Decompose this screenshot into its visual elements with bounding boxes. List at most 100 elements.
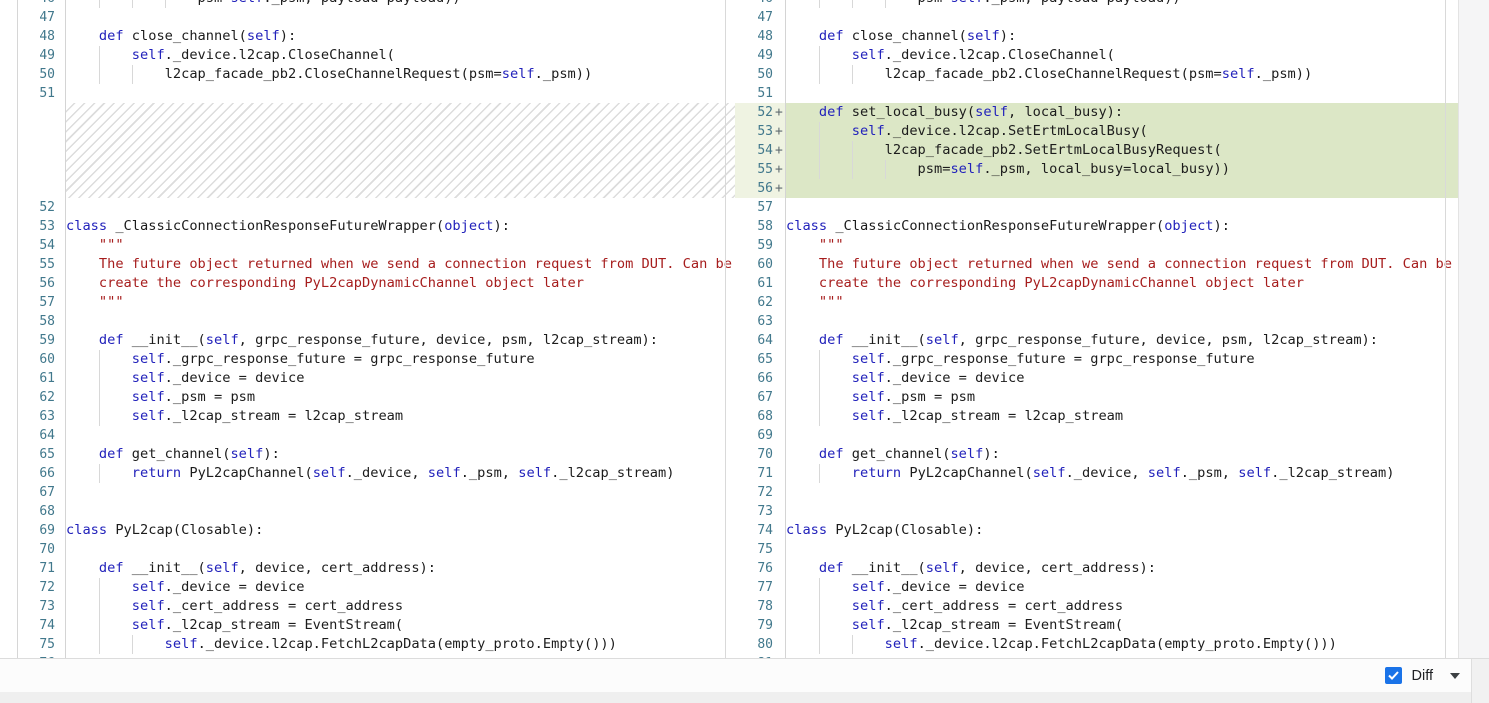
indent-guide [819, 616, 820, 635]
code-line: 59 """ [735, 236, 1458, 255]
line-number: 48 [735, 29, 775, 44]
code-line: 53class _ClassicConnectionResponseFuture… [18, 217, 735, 236]
code-line: 73 self._cert_address = cert_address [18, 597, 735, 616]
indent-guide [852, 160, 853, 179]
code-text [66, 502, 735, 521]
code-line: 57 """ [18, 293, 735, 312]
code-text: """ [66, 236, 735, 255]
code-line: 81 [735, 654, 1458, 658]
gutter: 49 [735, 46, 786, 65]
line-number: 61 [735, 276, 775, 291]
indent-guide [99, 597, 100, 616]
line-number: 70 [735, 447, 775, 462]
gutter: 60 [18, 350, 66, 369]
line-number: 64 [735, 333, 775, 348]
code-line: 54+ l2cap_facade_pb2.SetErtmLocalBusyReq… [735, 141, 1458, 160]
code-line: 73 [735, 502, 1458, 521]
gutter: 61 [18, 369, 66, 388]
code-line: 60 self._grpc_response_future = grpc_res… [18, 350, 735, 369]
line-number: 68 [18, 504, 65, 519]
diff-marker: + [775, 181, 785, 196]
code-line: 50 l2cap_facade_pb2.CloseChannelRequest(… [18, 65, 735, 84]
code-line: 71 def __init__(self, device, cert_addre… [18, 559, 735, 578]
code-line: 47 [735, 8, 1458, 27]
gutter: 48 [735, 27, 786, 46]
code-text [66, 198, 735, 217]
gutter: 59 [735, 236, 786, 255]
code-line: 64 [18, 426, 735, 445]
gutter: 52 [18, 198, 66, 217]
line-number: 50 [735, 67, 775, 82]
line-number: 62 [735, 295, 775, 310]
indent-guide [132, 0, 133, 8]
line-number: 49 [735, 48, 775, 63]
code-line: 58 [18, 312, 735, 331]
gutter: 58 [18, 312, 66, 331]
line-number: 73 [735, 504, 775, 519]
revision-code-lines: 46 psm=self._psm, payload=payload))4748 … [735, 0, 1458, 658]
line-number: 52 [735, 105, 775, 120]
line-number: 47 [18, 10, 65, 25]
gutter: 52+ [735, 103, 786, 122]
diff-marker: + [775, 105, 785, 120]
gutter: 67 [18, 483, 66, 502]
code-line: 55+ psm=self._psm, local_busy=local_busy… [735, 160, 1458, 179]
diff-checkbox[interactable] [1385, 667, 1402, 684]
gutter: 64 [735, 331, 786, 350]
indent-guide [99, 0, 100, 8]
line-number: 59 [18, 333, 65, 348]
code-line: 53+ self._device.l2cap.SetErtmLocalBusy( [735, 122, 1458, 141]
code-line: 75 self._device.l2cap.FetchL2capData(emp… [18, 635, 735, 654]
code-line: 48 def close_channel(self): [18, 27, 735, 46]
code-text: The future object returned when we send … [786, 255, 1458, 274]
code-line: 51 [735, 84, 1458, 103]
code-text: self._psm = psm [786, 388, 1458, 407]
code-line: 51 [18, 84, 735, 103]
indent-guide [852, 65, 853, 84]
indent-guide [99, 578, 100, 597]
code-text: def get_channel(self): [786, 445, 1458, 464]
gutter: 71 [735, 464, 786, 483]
right-margin [1458, 0, 1489, 658]
code-line: 68 self._l2cap_stream = l2cap_stream [735, 407, 1458, 426]
code-text: def get_channel(self): [66, 445, 735, 464]
gutter: 68 [735, 407, 786, 426]
code-line: 54 """ [18, 236, 735, 255]
gutter [18, 103, 66, 198]
gutter: 46 [735, 0, 786, 8]
line-number: 67 [18, 485, 65, 500]
code-text: self._grpc_response_future = grpc_respon… [66, 350, 735, 369]
line-number: 63 [18, 409, 65, 424]
code-line: 63 [735, 312, 1458, 331]
code-text: """ [786, 293, 1458, 312]
code-line: 67 [18, 483, 735, 502]
gutter: 72 [735, 483, 786, 502]
gutter: 76 [735, 559, 786, 578]
line-number: 59 [735, 238, 775, 253]
chevron-down-icon[interactable] [1450, 673, 1460, 679]
gutter: 53 [18, 217, 66, 236]
indent-guide [819, 407, 820, 426]
line-number: 66 [18, 466, 65, 481]
indent-guide [819, 46, 820, 65]
line-number: 69 [735, 428, 775, 443]
line-number: 60 [735, 257, 775, 272]
gutter: 57 [735, 198, 786, 217]
code-text: l2cap_facade_pb2.SetErtmLocalBusyRequest… [786, 141, 1458, 160]
code-text [66, 654, 735, 658]
gutter: 60 [735, 255, 786, 274]
code-text: self._device.l2cap.CloseChannel( [786, 46, 1458, 65]
gutter: 65 [735, 350, 786, 369]
code-text: def __init__(self, device, cert_address)… [786, 559, 1458, 578]
code-text: return PyL2capChannel(self._device, self… [66, 464, 735, 483]
code-line: 66 self._device = device [735, 369, 1458, 388]
code-line: 65 self._grpc_response_future = grpc_res… [735, 350, 1458, 369]
code-text: self._device.l2cap.FetchL2capData(empty_… [786, 635, 1458, 654]
code-line: 52+ def set_local_busy(self, local_busy)… [735, 103, 1458, 122]
gutter: 79 [735, 616, 786, 635]
code-line: 55 The future object returned when we se… [18, 255, 735, 274]
diff-pane-base: 46 psm=self._psm, payload=payload))4748 … [18, 0, 735, 658]
code-line: 56+ [735, 179, 1458, 198]
line-number: 64 [18, 428, 65, 443]
line-number: 72 [18, 580, 65, 595]
